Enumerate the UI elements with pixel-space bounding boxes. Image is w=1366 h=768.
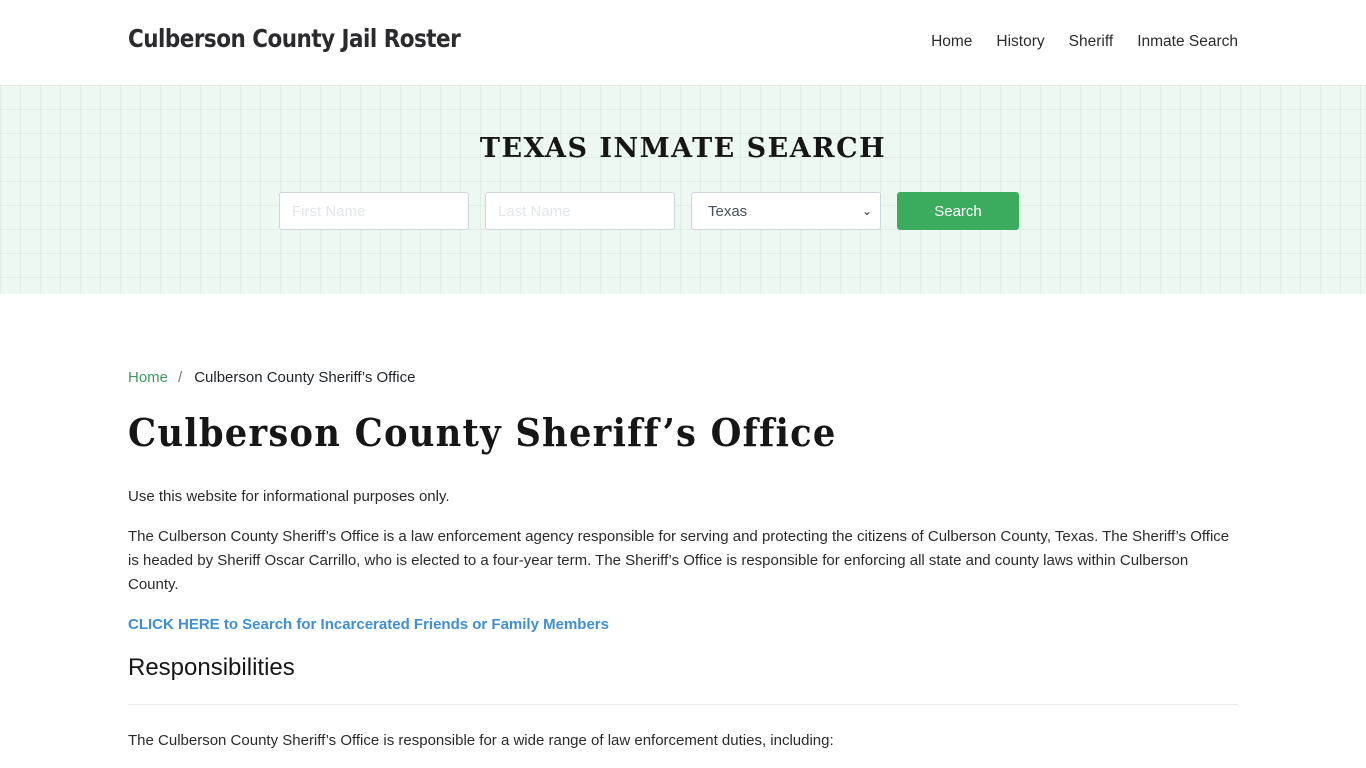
breadcrumb-separator: /	[178, 369, 183, 386]
first-name-input[interactable]	[279, 192, 469, 230]
hero-title: TEXAS INMATE SEARCH	[479, 133, 887, 164]
breadcrumb-home-link[interactable]: Home	[128, 369, 168, 386]
main-content: Home / Culberson County Sheriff’s Office…	[128, 294, 1238, 753]
intro-paragraph: The Culberson County Sheriff’s Office is…	[128, 528, 1230, 593]
chevron-down-icon: ⌄	[861, 204, 872, 218]
section-divider	[128, 704, 1238, 705]
state-select-value: Texas	[708, 202, 748, 220]
main-nav: Home History Sheriff Inmate Search	[931, 33, 1238, 51]
breadcrumb: Home / Culberson County Sheriff’s Office	[128, 369, 1238, 386]
site-header: Culberson County Jail Roster Home Histor…	[0, 0, 1366, 85]
nav-inmate-search[interactable]: Inmate Search	[1137, 33, 1238, 51]
state-select[interactable]: Texas ⌄	[691, 192, 881, 230]
inmate-search-form: Texas ⌄ Search	[279, 192, 1019, 230]
breadcrumb-current: Culberson County Sheriff’s Office	[194, 369, 416, 386]
last-name-input[interactable]	[485, 192, 675, 230]
disclaimer-text: Use this website for informational purpo…	[128, 488, 450, 505]
inmate-search-hero: TEXAS INMATE SEARCH Texas ⌄ Search	[0, 85, 1366, 294]
search-button[interactable]: Search	[897, 192, 1019, 230]
site-brand-link[interactable]: Culberson County Jail Roster	[128, 24, 461, 53]
search-incarcerated-link[interactable]: CLICK HERE to Search for Incarcerated Fr…	[128, 613, 1238, 637]
responsibilities-heading: Responsibilities	[128, 654, 295, 681]
page-title: Culberson County Sheriff’s Office	[128, 410, 837, 455]
nav-sheriff[interactable]: Sheriff	[1069, 33, 1114, 51]
nav-home[interactable]: Home	[931, 33, 972, 51]
nav-history[interactable]: History	[996, 33, 1044, 51]
responsibilities-intro: The Culberson County Sheriff’s Office is…	[128, 732, 834, 749]
